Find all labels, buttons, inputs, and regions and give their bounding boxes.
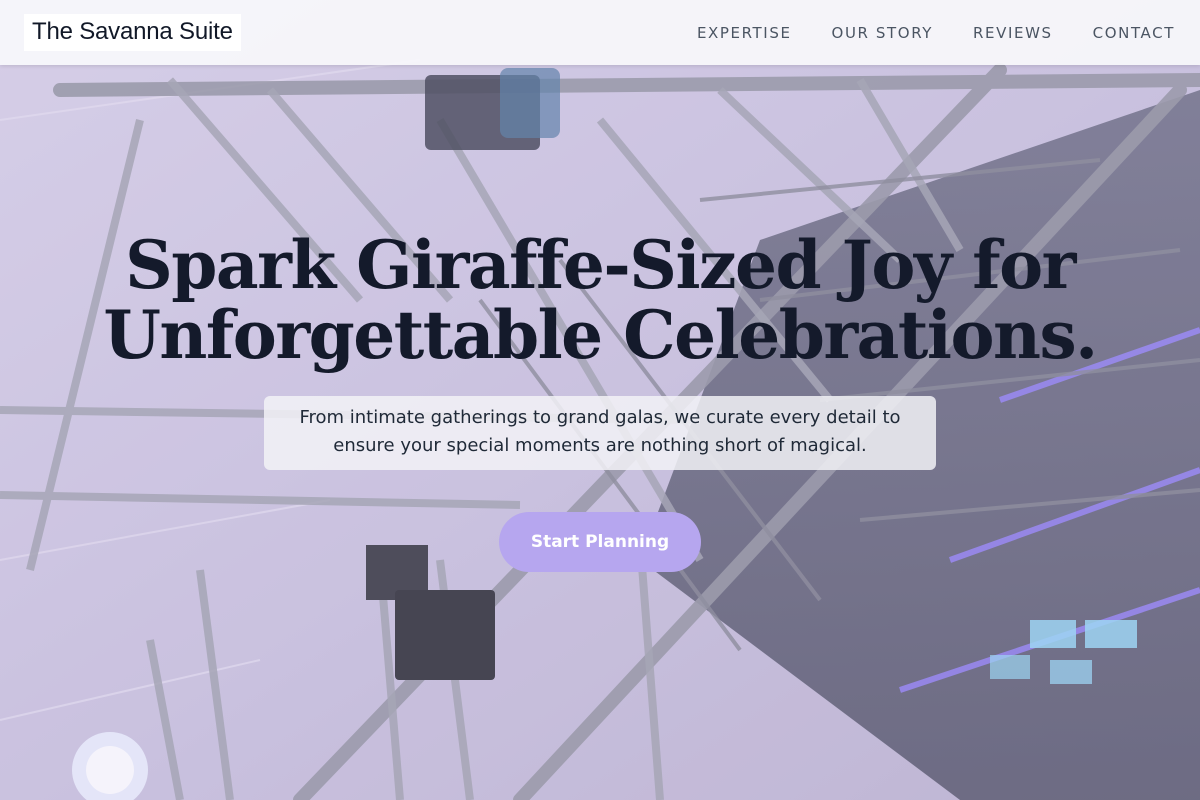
hero-subtitle-box: From intimate gatherings to grand galas,… <box>264 396 936 470</box>
start-planning-button[interactable]: Start Planning <box>499 512 701 572</box>
hero-title-line-2: Unforgettable Celebrations. <box>103 296 1098 374</box>
landing-page: The Savanna Suite EXPERTISE OUR STORY RE… <box>0 0 1200 800</box>
hero-subtitle: From intimate gatherings to grand galas,… <box>299 407 901 456</box>
hero-title-line-1: Spark Giraffe-Sized Joy for <box>125 226 1076 304</box>
hero-section: Spark Giraffe-Sized Joy for Unforgettabl… <box>0 230 1200 572</box>
nav-contact[interactable]: CONTACT <box>1093 24 1175 42</box>
main-nav: EXPERTISE OUR STORY REVIEWS CONTACT <box>697 24 1175 42</box>
site-header: The Savanna Suite EXPERTISE OUR STORY RE… <box>0 0 1200 65</box>
nav-expertise[interactable]: EXPERTISE <box>697 24 792 42</box>
nav-our-story[interactable]: OUR STORY <box>832 24 934 42</box>
brand-logo[interactable]: The Savanna Suite <box>24 14 241 51</box>
nav-reviews[interactable]: REVIEWS <box>973 24 1053 42</box>
hero-title: Spark Giraffe-Sized Joy for Unforgettabl… <box>50 230 1150 370</box>
